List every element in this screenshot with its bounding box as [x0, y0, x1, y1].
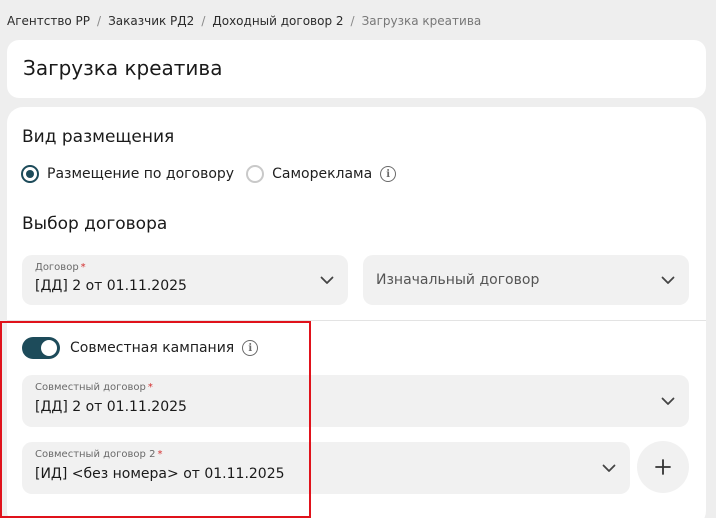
original-contract-select[interactable]: Изначальный договор	[363, 255, 689, 305]
field-label: Договор *	[35, 262, 86, 273]
breadcrumb: Агентство РР / Заказчик РД2 / Доходный д…	[7, 14, 481, 28]
placement-section-title: Вид размещения	[22, 127, 175, 147]
breadcrumb-customer[interactable]: Заказчик РД2	[108, 14, 194, 28]
breadcrumb-separator: /	[350, 14, 355, 28]
placement-radio-group: Размещение по договору Самореклама i	[21, 165, 397, 183]
contract-section-title: Выбор договора	[22, 214, 168, 234]
breadcrumb-current: Загрузка креатива	[361, 14, 482, 28]
field-placeholder: Изначальный договор	[376, 272, 540, 288]
contract-select[interactable]: Договор * [ДД] 2 от 01.11.2025	[22, 255, 348, 305]
radio-unchecked-icon	[246, 165, 265, 183]
field-value: [ДД] 2 от 01.11.2025	[35, 278, 187, 294]
breadcrumb-agency[interactable]: Агентство РР	[7, 14, 90, 28]
add-joint-contract-button[interactable]	[637, 441, 689, 493]
info-icon[interactable]: i	[380, 166, 397, 182]
chevron-down-icon	[602, 464, 616, 472]
breadcrumb-contract[interactable]: Доходный договор 2	[212, 14, 343, 28]
radio-checked-icon	[21, 165, 39, 183]
chevron-down-icon	[661, 276, 675, 284]
highlight-box	[0, 321, 311, 518]
plus-icon	[655, 459, 671, 475]
breadcrumb-separator: /	[97, 14, 102, 28]
radio-label: Размещение по договору	[47, 166, 235, 182]
chevron-down-icon	[320, 276, 334, 284]
radio-label: Самореклама	[272, 166, 373, 182]
breadcrumb-separator: /	[201, 14, 206, 28]
title-card: Загрузка креатива	[7, 40, 706, 98]
radio-self-advertising[interactable]: Самореклама	[246, 165, 372, 183]
page-title: Загрузка креатива	[23, 56, 223, 80]
chevron-down-icon	[661, 397, 675, 405]
radio-contract-placement[interactable]: Размещение по договору	[21, 165, 234, 183]
